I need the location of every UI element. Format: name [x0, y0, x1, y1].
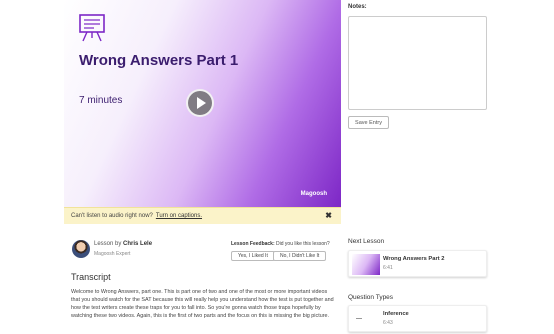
notes-textarea[interactable] — [348, 16, 487, 110]
instructor-info: Lesson by Chris Lele Magoosh Expert — [94, 241, 152, 257]
lesson-by-label: Lesson by — [94, 241, 122, 247]
liked-it-button[interactable]: Yes, I Liked It — [231, 251, 275, 261]
close-icon[interactable]: ✖ — [325, 211, 332, 220]
instructor-name[interactable]: Chris Lele — [123, 241, 152, 247]
question-types-heading: Question Types — [348, 294, 394, 301]
next-lesson-duration: 6:41 — [383, 265, 393, 271]
didnt-like-it-button[interactable]: No, I Didn't Like It — [273, 251, 327, 261]
instructor-role: Magoosh Expert — [94, 251, 131, 257]
next-lesson-title: Wrong Answers Part 2 — [383, 256, 445, 262]
play-icon[interactable] — [186, 89, 214, 117]
save-entry-button[interactable]: Save Entry — [348, 116, 389, 129]
next-lesson-card[interactable]: Wrong Answers Part 2 6:41 — [348, 250, 487, 277]
transcript-text: Welcome to Wrong Answers, part one. This… — [71, 289, 334, 319]
video-duration: 7 minutes — [79, 95, 123, 106]
lesson-thumbnail — [352, 254, 380, 275]
feedback-title: Lesson Feedback: — [231, 241, 275, 247]
feedback-question: Did you like this lesson? — [276, 241, 330, 247]
video-title: Wrong Answers Part 1 — [79, 52, 239, 69]
question-type-duration: 6:43 — [383, 320, 393, 326]
magoosh-logo: Magoosh — [300, 191, 327, 197]
turn-on-captions-link[interactable]: Turn on captions. — [156, 213, 202, 219]
avatar — [72, 240, 90, 258]
presentation-board-icon — [79, 14, 105, 42]
question-type-title: Inference — [383, 311, 409, 317]
notes-label: Notes: — [348, 4, 367, 10]
transcript-heading: Transcript — [71, 272, 111, 282]
lesson-thumbnail — [352, 309, 380, 330]
captions-banner: Can't listen to audio right now? Turn on… — [64, 207, 341, 224]
video-player[interactable]: Wrong Answers Part 1 7 minutes Magoosh — [64, 0, 341, 207]
next-lesson-heading: Next Lesson — [348, 238, 385, 245]
question-type-card[interactable]: Inference 6:43 — [348, 305, 487, 332]
captions-message: Can't listen to audio right now? — [71, 213, 153, 219]
lesson-feedback: Lesson Feedback: Did you like this lesso… — [231, 241, 330, 247]
